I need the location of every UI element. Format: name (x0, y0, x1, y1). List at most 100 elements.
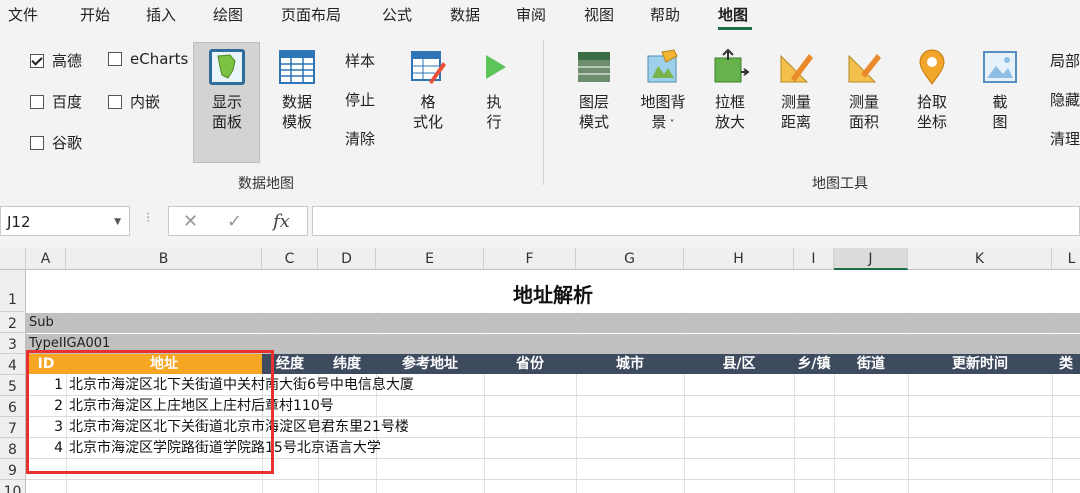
row-header-6[interactable]: 6 (0, 396, 26, 417)
name-box[interactable]: J12 ▼ (0, 206, 130, 236)
zoom-box-label-1: 拉框 (714, 93, 745, 111)
zoom-rect-icon (714, 48, 749, 83)
group-label-map-tools: 地图工具 (812, 176, 868, 192)
hide-button[interactable]: 隐藏 (1050, 89, 1080, 110)
data-template-button[interactable]: 数据 模板 (266, 48, 328, 132)
checkbox-embedded[interactable]: 内嵌 (108, 91, 160, 112)
layer-mode-label-2: 模式 (578, 113, 609, 131)
checkbox-google[interactable]: 谷歌 (30, 132, 82, 153)
tab-home[interactable]: 开始 (80, 4, 110, 25)
tab-data[interactable]: 数据 (450, 4, 480, 25)
row-header-10[interactable]: 10 (0, 480, 26, 493)
checkbox-echarts[interactable]: eCharts (108, 50, 188, 68)
cell-reference: J12 (7, 213, 31, 231)
checkbox-label: 谷歌 (52, 134, 83, 152)
row-header-5[interactable]: 5 (0, 375, 26, 396)
col-header-l[interactable]: L (1052, 248, 1080, 270)
formula-buttons: ✕ ✓ fx (168, 206, 308, 236)
col-header-g[interactable]: G (576, 248, 684, 270)
tab-insert[interactable]: 插入 (146, 4, 176, 25)
zoom-box-label-2: 放大 (714, 113, 745, 131)
map-background-label-2: 景 ˅ (651, 113, 675, 131)
layers-icon (578, 52, 610, 82)
execute-label-1: 执 (486, 93, 502, 111)
row-header-7[interactable]: 7 (0, 417, 26, 438)
tab-page-layout[interactable]: 页面布局 (281, 4, 341, 25)
col-header-f[interactable]: F (484, 248, 576, 270)
drag-handle-icon[interactable]: ⁝ (146, 210, 150, 226)
checkbox-label: 高德 (52, 52, 83, 70)
checkbox-baidu[interactable]: 百度 (30, 91, 82, 112)
format-label-2: 式化 (412, 113, 443, 131)
col-header-c[interactable]: C (262, 248, 318, 270)
checkbox-box[interactable] (108, 52, 122, 66)
sub-row: Sub (26, 313, 1080, 333)
col-header-k[interactable]: K (908, 248, 1052, 270)
row-header-8[interactable]: 8 (0, 438, 26, 459)
screenshot-label-2: 图 (992, 113, 1008, 131)
col-header-i[interactable]: I (794, 248, 834, 270)
measure-distance-button[interactable]: 测量 距离 (774, 48, 818, 132)
clean-button[interactable]: 清理 (1050, 128, 1080, 149)
col-header-h[interactable]: H (684, 248, 794, 270)
tab-draw[interactable]: 绘图 (213, 4, 243, 25)
row-header-3[interactable]: 3 (0, 333, 26, 354)
image-icon (983, 51, 1017, 83)
tab-formulas[interactable]: 公式 (382, 4, 412, 25)
tab-review[interactable]: 审阅 (516, 4, 546, 25)
map-background-button[interactable]: 地图背 景 ˅ (634, 48, 692, 135)
measure-area-button[interactable]: 测量 面积 (842, 48, 886, 132)
data-template-label-2: 模板 (281, 113, 312, 131)
col-header-b[interactable]: B (66, 248, 262, 270)
group-label-data-map: 数据地图 (238, 176, 294, 192)
confirm-icon[interactable]: ✓ (227, 211, 242, 232)
zoom-box-button[interactable]: 拉框 放大 (708, 48, 752, 132)
header-latitude: 纬度 (333, 356, 361, 372)
select-all-corner[interactable] (0, 248, 26, 270)
ruler-pencil-icon (780, 54, 813, 83)
tab-view[interactable]: 视图 (584, 4, 614, 25)
clear-button[interactable]: 清除 (345, 128, 375, 149)
sheet-title: 地址解析 (26, 270, 1080, 312)
formula-input[interactable] (312, 206, 1080, 236)
screenshot-button[interactable]: 截 图 (978, 48, 1022, 132)
header-type: 类 (1059, 356, 1073, 372)
highlight-box (26, 350, 274, 474)
row-header-9[interactable]: 9 (0, 459, 26, 480)
execute-button[interactable]: 执 行 (472, 48, 516, 132)
show-panel-label-2: 面板 (211, 113, 242, 131)
row-header-1[interactable]: 1 (0, 270, 26, 312)
header-street: 街道 (857, 356, 885, 372)
checkbox-box[interactable] (108, 94, 122, 109)
tab-map[interactable]: 地图 (718, 4, 748, 25)
checkbox-box[interactable] (30, 53, 44, 68)
dropdown-arrow-icon[interactable]: ▼ (114, 217, 121, 227)
sample-button[interactable]: 样本 (345, 50, 375, 71)
format-button[interactable]: 格 式化 (400, 48, 456, 132)
pick-coordinate-button[interactable]: 拾取 坐标 (910, 48, 954, 132)
tab-file[interactable]: 文件 (8, 4, 38, 25)
checkbox-gaode[interactable]: 高德 (30, 50, 82, 71)
measure-area-label-2: 面积 (848, 113, 879, 131)
col-header-e[interactable]: E (376, 248, 484, 270)
layer-mode-button[interactable]: 图层 模式 (570, 48, 618, 132)
partial-button[interactable]: 局部 (1050, 50, 1080, 71)
col-header-d[interactable]: D (318, 248, 376, 270)
map-panel-icon (209, 49, 245, 85)
row-header-4[interactable]: 4 (0, 354, 26, 375)
insert-function-icon[interactable]: fx (273, 211, 290, 232)
col-header-a[interactable]: A (26, 248, 66, 270)
stop-button[interactable]: 停止 (345, 89, 375, 110)
row-header-2[interactable]: 2 (0, 312, 26, 333)
cancel-icon[interactable]: ✕ (183, 211, 198, 232)
show-panel-label-1: 显示 (211, 93, 242, 111)
ribbon-separator (543, 40, 544, 185)
measure-area-label-1: 测量 (848, 93, 879, 111)
checkbox-box[interactable] (30, 135, 44, 150)
execute-label-2: 行 (486, 113, 502, 131)
header-ref-address: 参考地址 (402, 356, 458, 372)
tab-help[interactable]: 帮助 (650, 4, 680, 25)
checkbox-box[interactable] (30, 94, 44, 109)
col-header-j[interactable]: J (834, 248, 908, 270)
show-panel-button[interactable]: 显示 面板 (196, 48, 258, 132)
